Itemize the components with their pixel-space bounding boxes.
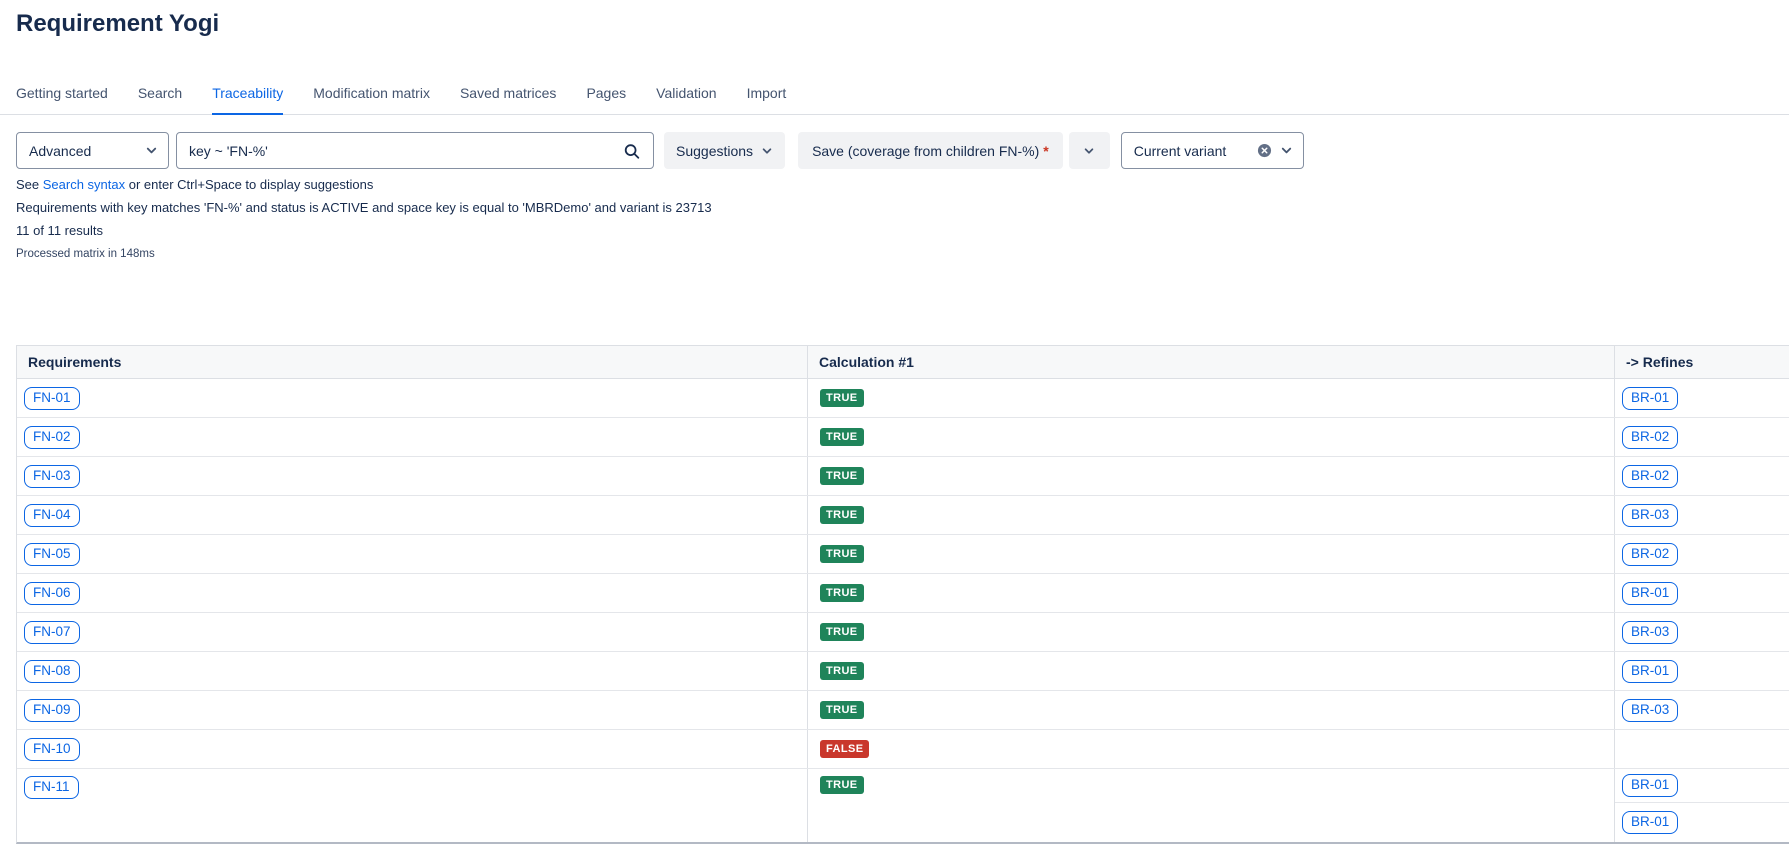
refines-link[interactable]: BR-02 xyxy=(1622,465,1678,488)
suggestions-label: Suggestions xyxy=(676,143,753,159)
table-row: FN-07 TRUE BR-03 xyxy=(17,613,1789,652)
status-badge: TRUE xyxy=(820,545,864,563)
search-mode-select[interactable]: Advanced xyxy=(16,132,169,169)
refines-link[interactable]: BR-03 xyxy=(1622,504,1678,527)
traceability-table: Requirements Calculation #1 -> Refines F… xyxy=(16,345,1789,844)
refines-link[interactable]: BR-01 xyxy=(1622,660,1678,683)
requirement-link[interactable]: FN-06 xyxy=(24,582,80,605)
requirement-link[interactable]: FN-10 xyxy=(24,738,80,761)
requirement-link[interactable]: FN-03 xyxy=(24,465,80,488)
tab-validation[interactable]: Validation xyxy=(656,83,716,114)
status-badge: TRUE xyxy=(820,776,864,794)
save-matrix-button[interactable]: Save (coverage from children FN-%) * xyxy=(798,132,1063,169)
status-badge: TRUE xyxy=(820,467,864,485)
status-badge: TRUE xyxy=(820,623,864,641)
clear-icon[interactable] xyxy=(1257,143,1272,158)
table-row: FN-08 TRUE BR-01 xyxy=(17,652,1789,691)
search-syntax-link[interactable]: Search syntax xyxy=(43,177,125,192)
requirement-link[interactable]: FN-04 xyxy=(24,504,80,527)
tab-pages[interactable]: Pages xyxy=(586,83,626,114)
query-input-value: key ~ 'FN-%' xyxy=(189,143,268,159)
status-badge: TRUE xyxy=(820,506,864,524)
table-row: FN-11 TRUE BR-01 BR-01 xyxy=(17,769,1789,842)
table-row: FN-01 TRUE BR-01 xyxy=(17,379,1789,418)
variant-value: Current variant xyxy=(1134,143,1257,159)
requirement-link[interactable]: FN-08 xyxy=(24,660,80,683)
results-count: 11 of 11 results xyxy=(16,223,1773,239)
table-row: FN-04 TRUE BR-03 xyxy=(17,496,1789,535)
table-row: FN-02 TRUE BR-02 xyxy=(17,418,1789,457)
refines-link[interactable]: BR-01 xyxy=(1622,811,1678,834)
tab-bar: Getting started Search Traceability Modi… xyxy=(0,80,1789,115)
chevron-down-icon xyxy=(1280,144,1293,157)
query-summary-text: Requirements with key matches 'FN-%' and… xyxy=(16,200,1773,216)
column-header-calculation: Calculation #1 xyxy=(808,346,1615,378)
query-input[interactable]: key ~ 'FN-%' xyxy=(176,132,654,169)
table-row: FN-06 TRUE BR-01 xyxy=(17,574,1789,613)
status-badge: FALSE xyxy=(820,740,869,758)
help-prefix: See xyxy=(16,177,43,192)
status-badge: TRUE xyxy=(820,584,864,602)
refines-link[interactable]: BR-01 xyxy=(1622,582,1678,605)
refines-link[interactable]: BR-03 xyxy=(1622,699,1678,722)
refines-link[interactable]: BR-02 xyxy=(1622,426,1678,449)
tab-search[interactable]: Search xyxy=(138,83,182,114)
search-icon xyxy=(623,142,641,161)
refines-link[interactable]: BR-01 xyxy=(1622,387,1678,410)
refines-subcell: BR-01 xyxy=(1615,803,1789,841)
table-row: FN-10 FALSE xyxy=(17,730,1789,769)
search-toolbar: Advanced key ~ 'FN-%' Suggestions Save (… xyxy=(16,132,1773,169)
search-mode-value: Advanced xyxy=(29,143,91,159)
status-badge: TRUE xyxy=(820,428,864,446)
column-header-refines: -> Refines xyxy=(1615,346,1789,378)
requirement-link[interactable]: FN-05 xyxy=(24,543,80,566)
suggestions-button[interactable]: Suggestions xyxy=(664,132,785,169)
required-asterisk: * xyxy=(1043,143,1048,159)
page-title: Requirement Yogi xyxy=(16,10,1773,38)
chevron-down-icon xyxy=(761,145,773,157)
empty-refines-cell xyxy=(1615,730,1789,768)
requirement-link[interactable]: FN-01 xyxy=(24,387,80,410)
table-row: FN-05 TRUE BR-02 xyxy=(17,535,1789,574)
processing-time: Processed matrix in 148ms xyxy=(16,247,1773,261)
refines-link[interactable]: BR-03 xyxy=(1622,621,1678,644)
search-help-text: See Search syntax or enter Ctrl+Space to… xyxy=(16,177,1773,193)
variant-select[interactable]: Current variant xyxy=(1121,132,1304,169)
table-row: FN-09 TRUE BR-03 xyxy=(17,691,1789,730)
tab-import[interactable]: Import xyxy=(747,83,787,114)
status-badge: TRUE xyxy=(820,662,864,680)
requirement-link[interactable]: FN-02 xyxy=(24,426,80,449)
requirement-link[interactable]: FN-11 xyxy=(24,776,79,799)
search-button[interactable] xyxy=(617,137,647,166)
tab-traceability[interactable]: Traceability xyxy=(212,83,283,115)
status-badge: TRUE xyxy=(820,701,864,719)
help-suffix: or enter Ctrl+Space to display suggestio… xyxy=(125,177,373,192)
tab-getting-started[interactable]: Getting started xyxy=(16,83,108,114)
refines-subcell: BR-01 xyxy=(1615,769,1789,803)
tab-saved-matrices[interactable]: Saved matrices xyxy=(460,83,556,114)
chevron-down-icon xyxy=(1083,145,1095,157)
refines-link[interactable]: BR-02 xyxy=(1622,543,1678,566)
save-label: Save (coverage from children FN-%) xyxy=(812,143,1039,159)
table-row: FN-03 TRUE BR-02 xyxy=(17,457,1789,496)
table-header-row: Requirements Calculation #1 -> Refines xyxy=(17,346,1789,379)
tab-modification-matrix[interactable]: Modification matrix xyxy=(313,83,430,114)
requirement-link[interactable]: FN-09 xyxy=(24,699,80,722)
refines-link[interactable]: BR-01 xyxy=(1622,774,1678,797)
requirement-link[interactable]: FN-07 xyxy=(24,621,80,644)
save-options-button[interactable] xyxy=(1069,132,1110,169)
status-badge: TRUE xyxy=(820,389,864,407)
chevron-down-icon xyxy=(145,144,158,157)
column-header-requirements: Requirements xyxy=(17,346,808,378)
